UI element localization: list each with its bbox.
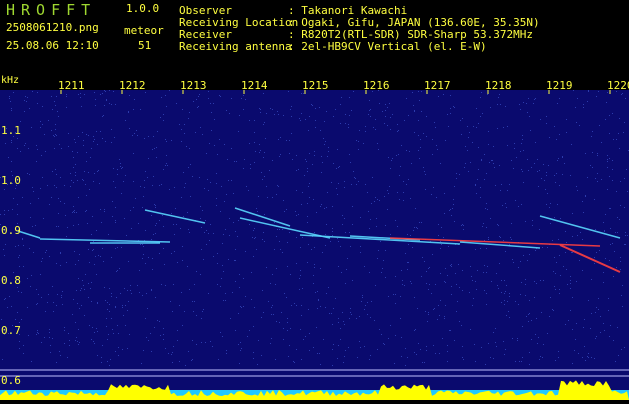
meteor-label: meteor — [124, 24, 164, 37]
unit-label: kHz — [1, 75, 20, 86]
y-tick-label: 0.9 — [1, 224, 21, 237]
meteor-count: 51 — [138, 39, 152, 52]
header-panel: HROFFT 1.0.0 2508061210.png 25.08.06 12:… — [0, 0, 629, 73]
y-tick-label: 1.1 — [1, 124, 21, 137]
timestamp: 25.08.06 12:10 — [6, 39, 99, 52]
file-name: 2508061210.png — [6, 21, 99, 34]
spectrogram — [0, 90, 629, 404]
spectrogram-plot — [0, 90, 629, 400]
antenna-value: : 2el-HB9CV Vertical (el. E-W) — [288, 40, 487, 53]
app-version: 1.0.0 — [126, 2, 160, 15]
spectrogram-background — [0, 90, 629, 400]
y-tick-label: 0.6 — [1, 374, 21, 387]
antenna-key: Receiving antenna — [179, 40, 292, 53]
app-title: HROFFT — [6, 1, 97, 19]
y-tick-label: 0.8 — [1, 274, 21, 287]
y-tick-label: 0.7 — [1, 324, 21, 337]
y-tick-label: 1.0 — [1, 174, 21, 187]
